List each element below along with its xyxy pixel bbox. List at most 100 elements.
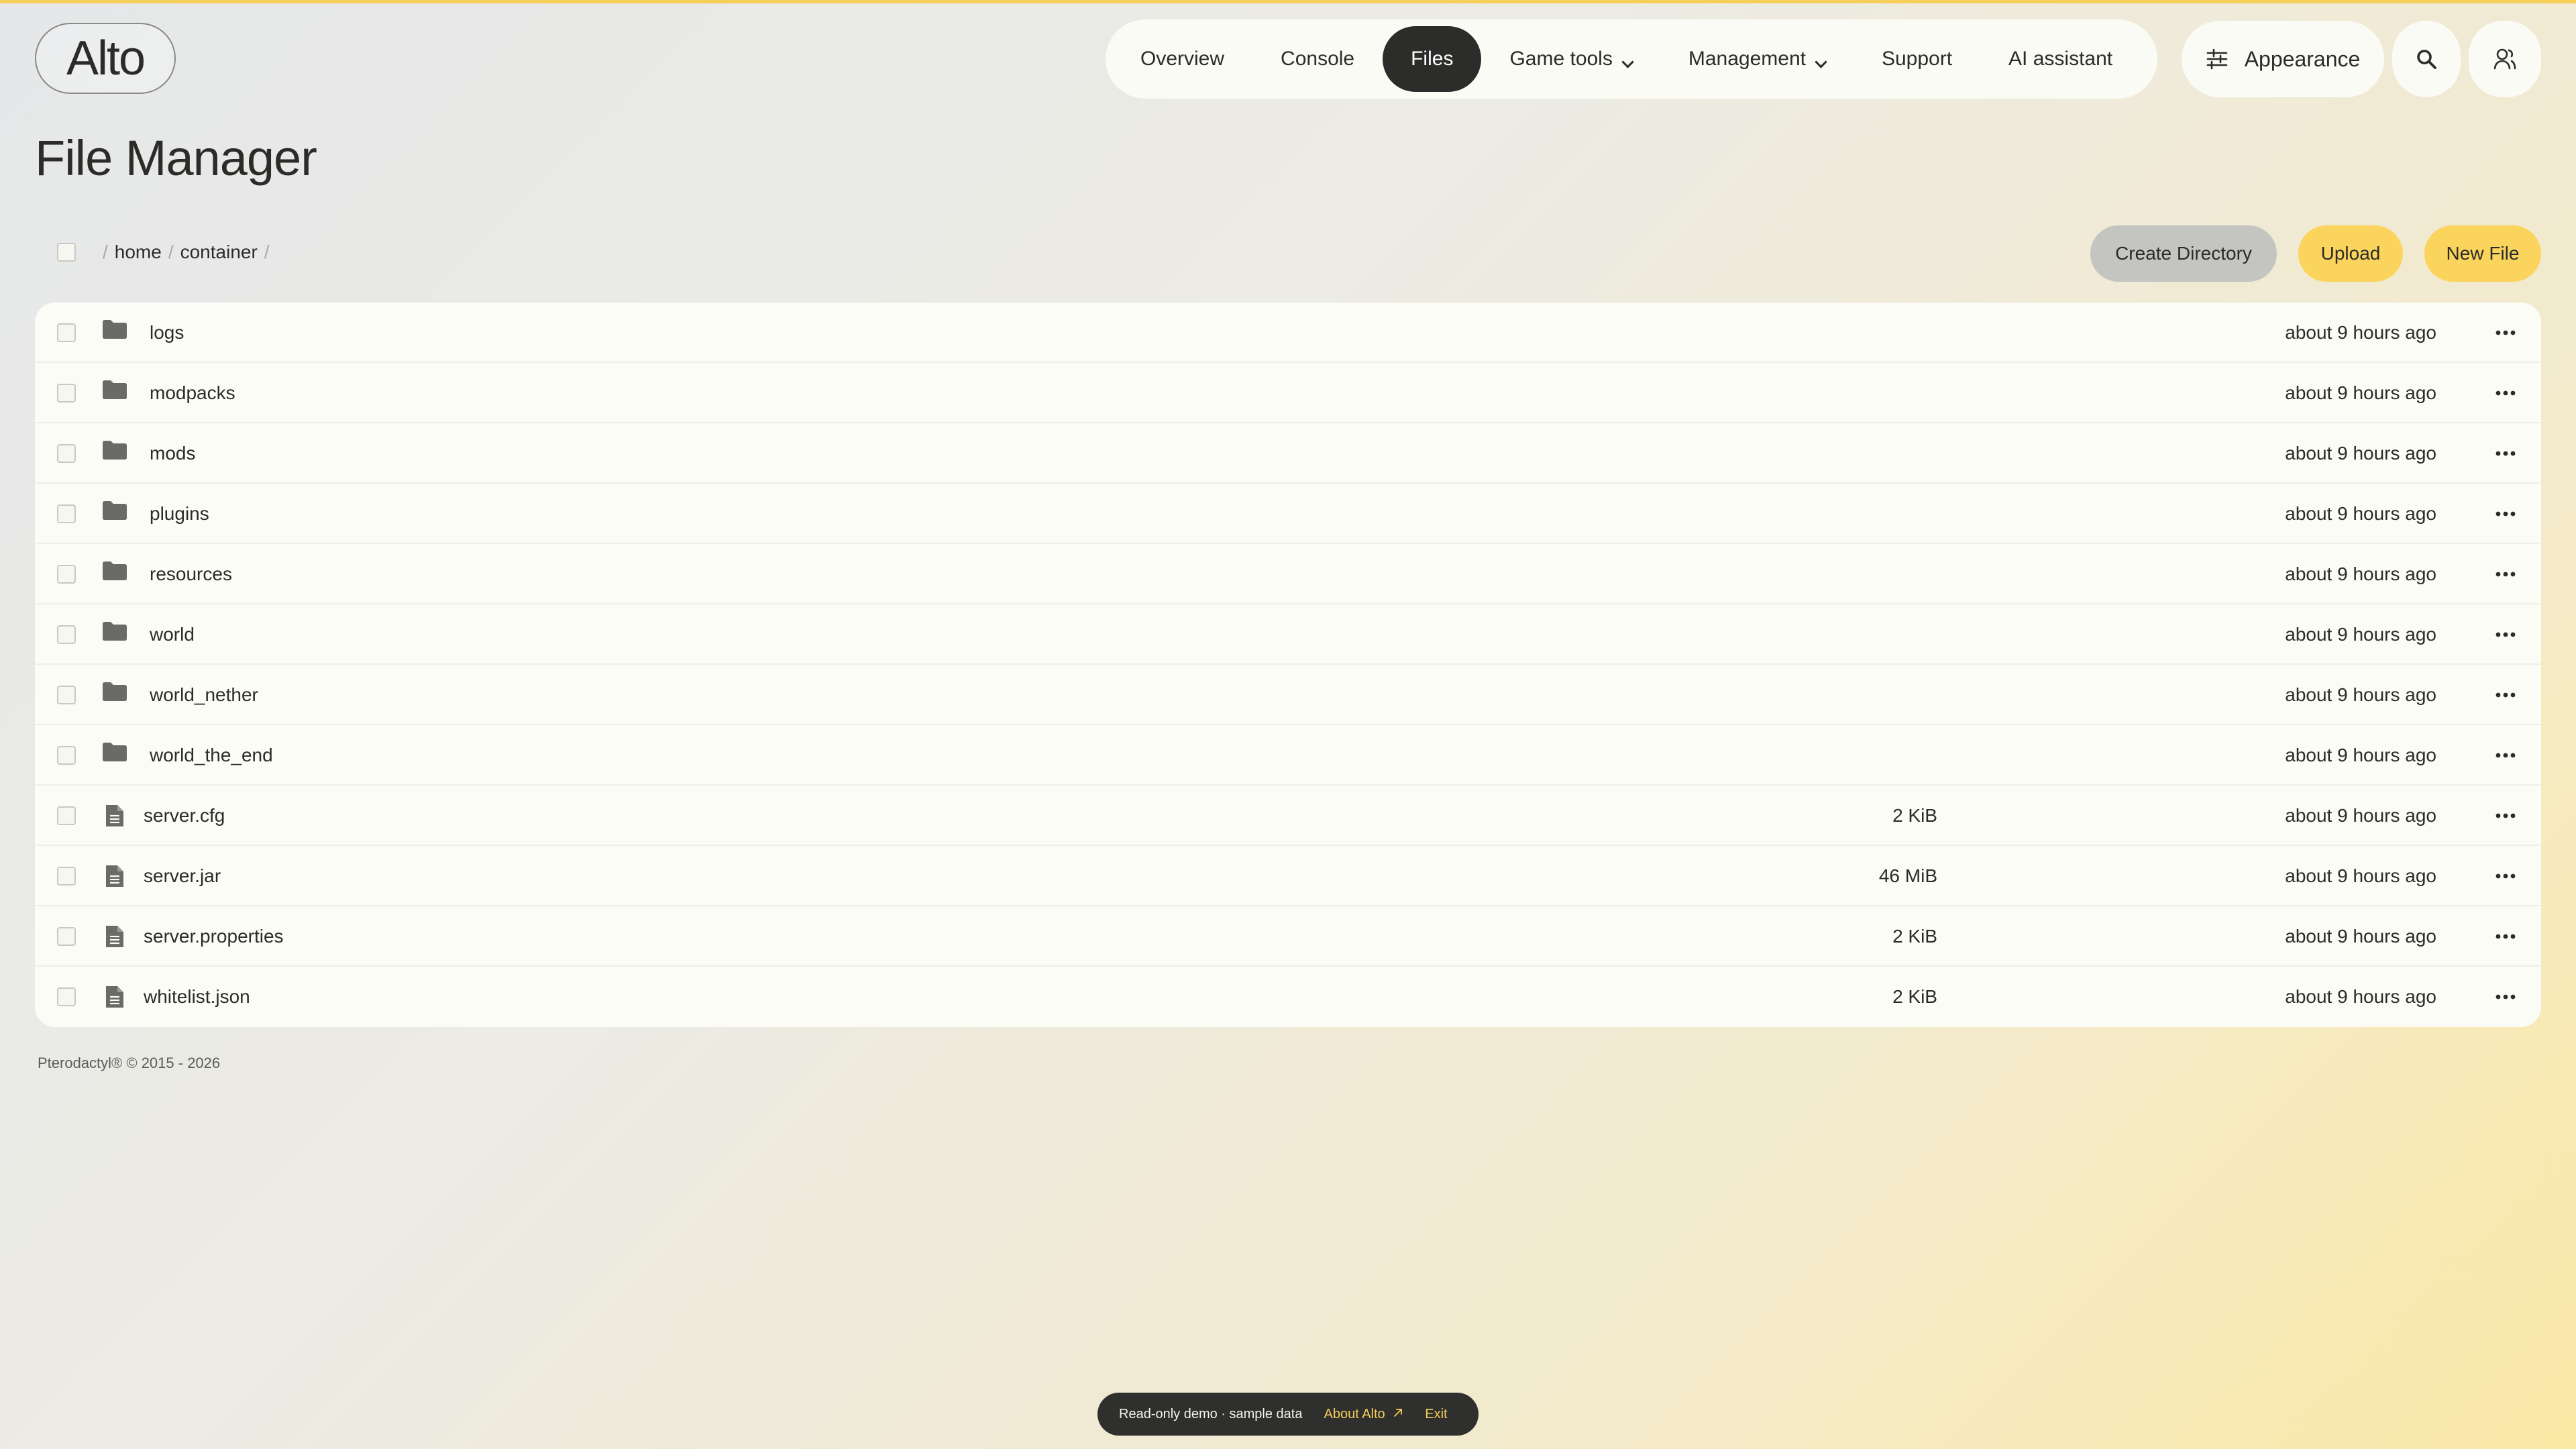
- more-options-icon[interactable]: [2489, 383, 2522, 403]
- file-size: 2 KiB: [1892, 805, 1937, 826]
- nav-item-overview[interactable]: Overview: [1112, 26, 1252, 92]
- nav-item-label: Files: [1411, 48, 1454, 70]
- more-options-icon[interactable]: [2489, 504, 2522, 524]
- file-row[interactable]: world_nether about 9 hours ago: [35, 665, 2541, 725]
- row-checkbox[interactable]: [57, 504, 76, 523]
- file-modified: about 9 hours ago: [2285, 624, 2436, 645]
- file-row[interactable]: plugins about 9 hours ago: [35, 484, 2541, 544]
- file-modified: about 9 hours ago: [2285, 865, 2436, 886]
- file-row[interactable]: world about 9 hours ago: [35, 604, 2541, 665]
- more-options-icon[interactable]: [2489, 443, 2522, 464]
- nav-item-label: Overview: [1140, 48, 1225, 70]
- brand-logo[interactable]: Alto: [35, 23, 176, 94]
- account-button[interactable]: [2469, 21, 2541, 97]
- file-name[interactable]: server.cfg: [144, 786, 225, 846]
- nav-item-support[interactable]: Support: [1854, 26, 1980, 92]
- create-directory-button[interactable]: Create Directory: [2090, 225, 2277, 282]
- about-alto-link[interactable]: About Alto: [1324, 1407, 1403, 1422]
- file-modified: about 9 hours ago: [2285, 503, 2436, 524]
- folder-icon: [102, 440, 127, 464]
- file-name[interactable]: logs: [150, 303, 184, 363]
- file-icon: [105, 924, 125, 952]
- file-name[interactable]: mods: [150, 423, 195, 484]
- breadcrumb-home[interactable]: home: [115, 241, 162, 263]
- row-checkbox[interactable]: [57, 746, 76, 765]
- more-options-icon[interactable]: [2489, 323, 2522, 343]
- appearance-label: Appearance: [2244, 46, 2361, 71]
- file-name[interactable]: modpacks: [150, 363, 235, 423]
- select-all-checkbox[interactable]: [57, 243, 76, 262]
- more-options-icon[interactable]: [2489, 987, 2522, 1007]
- chevron-down-icon: [1815, 55, 1827, 68]
- file-name[interactable]: resources: [150, 544, 232, 604]
- row-checkbox[interactable]: [57, 565, 76, 584]
- file-row[interactable]: server.properties 2 KiB about 9 hours ago: [35, 906, 2541, 967]
- folder-icon: [102, 319, 127, 343]
- more-options-icon[interactable]: [2489, 564, 2522, 584]
- file-icon: [105, 985, 125, 1012]
- file-row[interactable]: whitelist.json 2 KiB about 9 hours ago: [35, 967, 2541, 1027]
- row-checkbox[interactable]: [57, 867, 76, 885]
- breadcrumb-container[interactable]: container: [180, 241, 258, 263]
- row-checkbox[interactable]: [57, 384, 76, 402]
- file-row[interactable]: mods about 9 hours ago: [35, 423, 2541, 484]
- file-name[interactable]: whitelist.json: [144, 967, 250, 1027]
- file-row[interactable]: logs about 9 hours ago: [35, 303, 2541, 363]
- more-options-icon[interactable]: [2489, 806, 2522, 826]
- folder-icon: [102, 682, 127, 705]
- demo-banner: Read-only demo · sample data About Alto …: [1097, 1393, 1479, 1436]
- breadcrumb-separator: /: [264, 241, 270, 262]
- file-row[interactable]: world_the_end about 9 hours ago: [35, 725, 2541, 786]
- file-name[interactable]: server.properties: [144, 906, 284, 967]
- row-checkbox[interactable]: [57, 686, 76, 704]
- demo-banner-text: Read-only demo · sample data: [1119, 1406, 1303, 1421]
- sliders-icon: [2206, 48, 2228, 70]
- search-button[interactable]: [2392, 21, 2461, 97]
- file-name[interactable]: world_nether: [150, 665, 258, 725]
- row-checkbox[interactable]: [57, 987, 76, 1006]
- row-checkbox[interactable]: [57, 625, 76, 644]
- footer-copyright: Pterodactyl® © 2015 - 2026: [38, 1055, 221, 1071]
- row-checkbox[interactable]: [57, 806, 76, 825]
- more-options-icon[interactable]: [2489, 866, 2522, 886]
- nav-item-game-tools[interactable]: Game tools: [1481, 26, 1660, 92]
- more-options-icon[interactable]: [2489, 926, 2522, 947]
- file-modified: about 9 hours ago: [2285, 382, 2436, 403]
- exit-demo-link[interactable]: Exit: [1425, 1407, 1447, 1422]
- more-options-icon[interactable]: [2489, 685, 2522, 705]
- file-size: 46 MiB: [1878, 865, 1937, 886]
- file-name[interactable]: plugins: [150, 484, 209, 544]
- nav-item-files[interactable]: Files: [1383, 26, 1482, 92]
- nav-item-management[interactable]: Management: [1660, 26, 1854, 92]
- more-options-icon[interactable]: [2489, 625, 2522, 645]
- about-alto-label: About Alto: [1324, 1406, 1385, 1421]
- upload-button[interactable]: Upload: [2298, 225, 2403, 282]
- chevron-down-icon: [1621, 55, 1634, 68]
- file-name[interactable]: server.jar: [144, 846, 221, 906]
- file-name[interactable]: world_the_end: [150, 725, 273, 786]
- file-name[interactable]: world: [150, 604, 195, 665]
- nav-item-console[interactable]: Console: [1252, 26, 1383, 92]
- file-list: logs about 9 hours ago modpacks about 9 hou…: [35, 303, 2541, 1027]
- nav-item-ai-assistant[interactable]: AI assistant: [1980, 26, 2141, 92]
- external-link-icon: [1394, 1408, 1403, 1417]
- file-size: 2 KiB: [1892, 926, 1937, 947]
- file-row[interactable]: server.jar 46 MiB about 9 hours ago: [35, 846, 2541, 906]
- more-options-icon[interactable]: [2489, 745, 2522, 765]
- new-file-button[interactable]: New File: [2424, 225, 2541, 282]
- file-row[interactable]: modpacks about 9 hours ago: [35, 363, 2541, 423]
- nav-item-label: Management: [1688, 48, 1806, 70]
- file-row[interactable]: server.cfg 2 KiB about 9 hours ago: [35, 786, 2541, 846]
- nav-item-label: Support: [1881, 48, 1953, 70]
- row-checkbox[interactable]: [57, 323, 76, 342]
- file-modified: about 9 hours ago: [2285, 926, 2436, 947]
- nav-item-label: Game tools: [1509, 48, 1613, 70]
- appearance-button[interactable]: Appearance: [2182, 21, 2384, 97]
- row-checkbox[interactable]: [57, 927, 76, 946]
- file-modified: about 9 hours ago: [2285, 443, 2436, 464]
- row-checkbox[interactable]: [57, 444, 76, 463]
- folder-icon: [102, 621, 127, 645]
- file-row[interactable]: resources about 9 hours ago: [35, 544, 2541, 604]
- user-icon: [2493, 48, 2516, 70]
- breadcrumb: / home / container /: [35, 225, 276, 279]
